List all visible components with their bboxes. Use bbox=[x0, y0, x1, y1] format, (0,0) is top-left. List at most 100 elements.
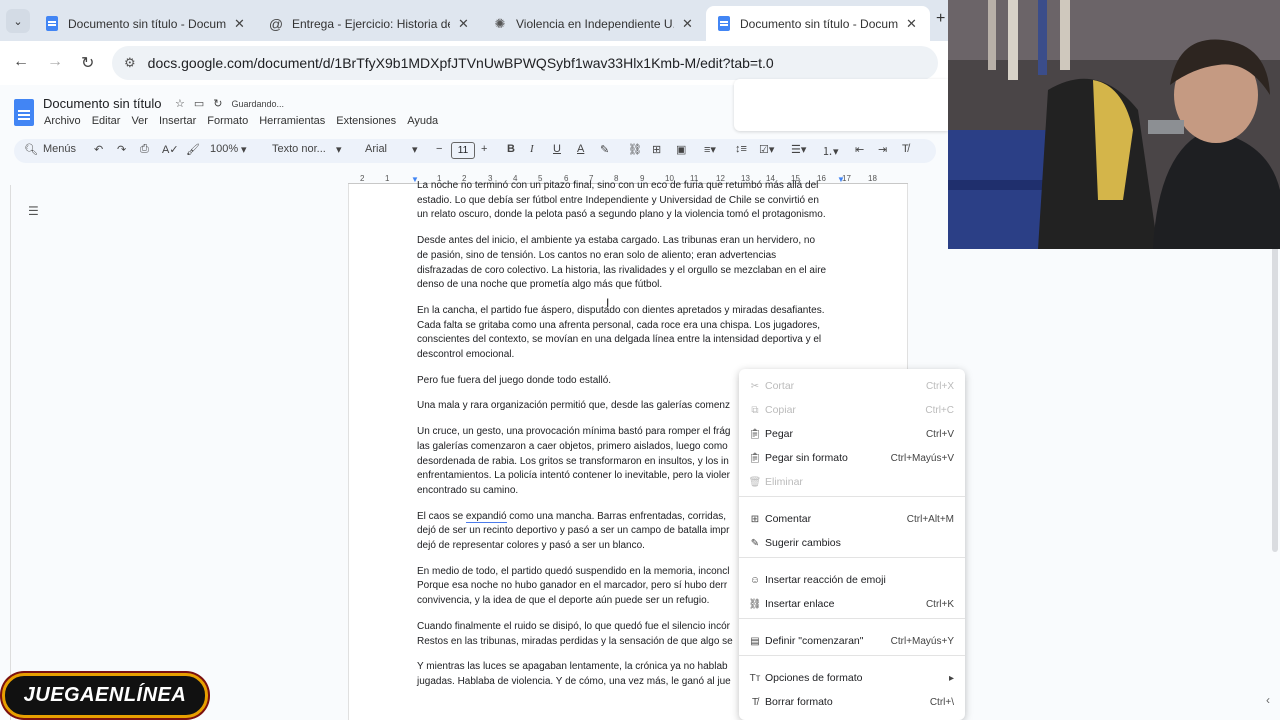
italic-icon[interactable]: I bbox=[530, 143, 534, 155]
ruler-number: 1 bbox=[385, 174, 390, 183]
paint-format-icon[interactable]: 🖌︎ bbox=[186, 143, 200, 156]
document-title[interactable]: Documento sin título bbox=[43, 96, 162, 111]
numbered-list-icon[interactable]: ⒈▾ bbox=[822, 143, 839, 159]
close-icon[interactable]: ✕ bbox=[682, 16, 693, 32]
chatgpt-icon: ✺ bbox=[494, 15, 506, 31]
chevron-down-icon: ▾ bbox=[241, 144, 247, 156]
align-icon[interactable]: ≡▾ bbox=[704, 143, 716, 156]
bulleted-list-icon[interactable]: ☰▾ bbox=[791, 143, 806, 156]
search-menus-icon[interactable]: 🔍︎ bbox=[24, 143, 38, 156]
image-icon[interactable]: ▣ bbox=[676, 143, 686, 156]
highlight-icon[interactable]: ✎ bbox=[600, 143, 609, 156]
comment-icon: ⊞ bbox=[750, 513, 760, 525]
zoom-select[interactable]: 100% bbox=[210, 143, 238, 155]
underline-icon[interactable]: U bbox=[553, 143, 561, 155]
link-icon[interactable]: ⛓︎ bbox=[628, 143, 642, 156]
forward-arrow-icon[interactable]: → bbox=[47, 53, 63, 71]
context-menu: ✂ Cortar Ctrl+X ⧉ Copiar Ctrl+C 📋︎ Pegar Ctrl+V 📋… bbox=[739, 369, 965, 720]
checklist-icon[interactable]: ☑▾ bbox=[759, 143, 774, 156]
browser-tab[interactable]: ✺ Violencia en Independiente U. ✕ bbox=[482, 6, 706, 41]
save-status: Guardando... bbox=[231, 98, 285, 109]
menu-formato[interactable]: Formato bbox=[207, 115, 248, 127]
increase-indent-icon[interactable]: ⇥ bbox=[878, 143, 887, 156]
menu-herramientas[interactable]: Herramientas bbox=[259, 115, 325, 127]
browser-tab-active[interactable]: Documento sin título - Docume ✕ bbox=[706, 6, 930, 41]
menu-item-shortcut: Ctrl+C bbox=[925, 404, 954, 416]
text-cursor-icon: I bbox=[606, 296, 610, 310]
address-bar[interactable]: ⚙ docs.google.com/document/d/1BrTfyX9b1M… bbox=[112, 46, 938, 80]
increase-font-size-icon[interactable]: + bbox=[481, 143, 487, 155]
text-color-icon[interactable]: A bbox=[577, 143, 584, 155]
decrease-indent-icon[interactable]: ⇤ bbox=[855, 143, 864, 156]
menu-item-label: Insertar reacción de emoji bbox=[765, 574, 886, 586]
browser-tab[interactable]: Documento sin título - Docume ✕ bbox=[34, 6, 258, 41]
context-menu-item[interactable]: T̸ Borrar formato Ctrl+\ bbox=[739, 690, 965, 714]
spellcheck-icon[interactable]: A✓ bbox=[162, 143, 179, 156]
browser-tab[interactable]: @ Entrega - Ejercicio: Historia de ✕ bbox=[258, 6, 482, 41]
tab-search-dropdown[interactable]: ⌄ bbox=[6, 9, 30, 33]
menu-insertar[interactable]: Insertar bbox=[159, 115, 196, 127]
menu-item-shortcut: Ctrl+Alt+M bbox=[906, 513, 954, 525]
menu-item-label: Borrar formato bbox=[765, 696, 833, 708]
print-icon[interactable]: ⎙ bbox=[140, 143, 149, 156]
line-spacing-icon[interactable]: ↕≡ bbox=[735, 143, 747, 155]
google-docs-logo-icon[interactable] bbox=[14, 99, 34, 126]
document-paragraph[interactable]: Desde antes del inicio, el ambiente ya e… bbox=[417, 234, 847, 293]
menu-item-shortcut: Ctrl+K bbox=[925, 598, 954, 610]
text-line: estadio. Lo que debía ser fútbol entre I… bbox=[417, 194, 819, 206]
ruler-number: 2 bbox=[360, 174, 365, 183]
close-icon[interactable]: ✕ bbox=[458, 16, 469, 32]
clear-formatting-icon[interactable]: T̸ bbox=[902, 143, 909, 155]
document-outline-icon[interactable]: ☰ bbox=[28, 204, 39, 218]
style-select[interactable]: Texto nor... bbox=[272, 143, 326, 155]
new-tab-icon[interactable]: + bbox=[936, 10, 945, 28]
menu-editar[interactable]: Editar bbox=[92, 115, 121, 127]
redo-icon[interactable]: ↷ bbox=[117, 143, 126, 156]
chevron-down-icon: ▾ bbox=[336, 144, 342, 156]
search-menus-label[interactable]: Menús bbox=[43, 143, 76, 155]
back-arrow-icon[interactable]: ← bbox=[13, 53, 29, 71]
tab-title: Entrega - Ejercicio: Historia de bbox=[292, 16, 450, 31]
font-size-input[interactable]: 11 bbox=[451, 142, 475, 159]
menu-archivo[interactable]: Archivo bbox=[44, 115, 81, 127]
text-line: conscientes del contexto, se movían en u… bbox=[417, 334, 822, 346]
menu-ayuda[interactable]: Ayuda bbox=[407, 115, 438, 127]
chevron-left-icon[interactable]: ‹ bbox=[1266, 693, 1270, 707]
context-menu-item[interactable]: 📋︎ Pegar Ctrl+V bbox=[739, 422, 965, 446]
format-toolbar: 🔍︎ Menús ↶ ↷ ⎙ A✓ 🖌︎ 100% ▾ Texto nor...… bbox=[14, 139, 936, 163]
paste-plain-icon: 📋︎ bbox=[748, 452, 762, 464]
menu-ver[interactable]: Ver bbox=[131, 115, 148, 127]
star-icon[interactable]: ☆ bbox=[175, 97, 185, 110]
document-paragraph[interactable]: En la cancha, el partido fue áspero, dis… bbox=[417, 304, 847, 363]
menu-item-label: Opciones de formato bbox=[765, 672, 863, 684]
reload-icon[interactable]: ↻ bbox=[81, 53, 94, 73]
suggest-icon: ✎ bbox=[750, 537, 760, 549]
moodle-icon: @ bbox=[268, 15, 284, 32]
menu-separator bbox=[739, 557, 965, 558]
juegaenlinea-logo: JUEGAENLÍNEA bbox=[2, 673, 208, 718]
undo-icon[interactable]: ↶ bbox=[94, 143, 103, 156]
comment-icon[interactable]: ⊞ bbox=[652, 143, 661, 156]
close-icon[interactable]: ✕ bbox=[234, 16, 245, 32]
bold-icon[interactable]: B bbox=[507, 143, 515, 155]
text-line: Desde antes del inicio, el ambiente ya e… bbox=[417, 235, 816, 247]
menu-extensiones[interactable]: Extensiones bbox=[336, 115, 396, 127]
context-menu-item[interactable]: 📋︎ Pegar sin formato Ctrl+Mayús+V bbox=[739, 446, 965, 470]
document-paragraph[interactable]: La noche no terminó con un pitazo final,… bbox=[417, 179, 847, 223]
font-select[interactable]: Arial bbox=[365, 143, 387, 155]
context-menu-item[interactable]: ☺ Insertar reacción de emoji bbox=[739, 568, 965, 592]
misspelled-word[interactable]: expandió bbox=[465, 510, 507, 523]
delete-icon: 🗑︎ bbox=[748, 476, 762, 488]
context-menu-item[interactable]: ✎ Sugerir cambios bbox=[739, 531, 965, 555]
site-settings-icon[interactable]: ⚙ bbox=[124, 55, 136, 71]
context-menu-item[interactable]: Tт Opciones de formato ▸ bbox=[739, 666, 965, 690]
decrease-font-size-icon[interactable]: − bbox=[436, 143, 442, 155]
context-menu-item[interactable]: ⛓︎ Insertar enlace Ctrl+K bbox=[739, 592, 965, 616]
move-folder-icon[interactable]: ▭ bbox=[194, 97, 204, 110]
vertical-ruler[interactable] bbox=[0, 185, 11, 720]
scrollbar[interactable] bbox=[1272, 240, 1278, 552]
menu-item-shortcut: Ctrl+V bbox=[925, 428, 954, 440]
close-icon[interactable]: ✕ bbox=[906, 16, 917, 32]
context-menu-item[interactable]: ▤ Definir "comenzaran" Ctrl+Mayús+Y bbox=[739, 629, 965, 653]
context-menu-item[interactable]: ⊞ Comentar Ctrl+Alt+M bbox=[739, 507, 965, 531]
